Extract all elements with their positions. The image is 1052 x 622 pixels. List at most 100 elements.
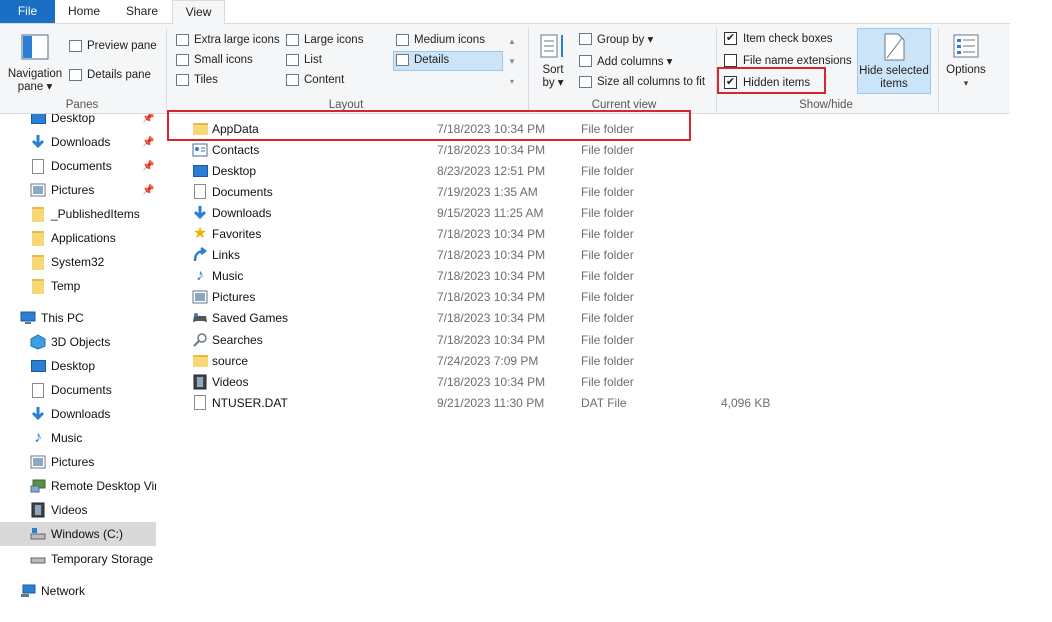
layout-gallery-scroll[interactable]: ▲ ▼ ▾ [506,32,518,94]
nav-item-label: Applications [51,231,116,245]
file-icon [192,395,208,411]
file-date-modified: 7/18/2023 10:34 PM [437,290,546,305]
file-row[interactable]: Documents 7/19/2023 1:35 AM File folder [190,181,790,202]
nav-item-applications[interactable]: Applications [30,226,156,250]
file-name-extensions-checkbox[interactable] [724,54,737,67]
desktop-icon [192,163,208,179]
navigation-pane-button[interactable]: Navigation pane ▾ [5,34,65,94]
file-date-modified: 9/21/2023 11:30 PM [437,395,545,410]
item-check-boxes-checkbox[interactable]: ✔ [724,32,737,45]
folder-icon [192,353,208,369]
nav-item-label: Downloads [51,135,111,149]
ribbon-tabs: File Home Share View [0,0,1010,24]
desktop-icon [30,358,46,374]
sort-by-icon [540,34,563,58]
hide-selected-icon [884,33,905,61]
file-type: File folder [581,142,634,157]
file-name: source [212,353,249,368]
computer-icon [20,310,36,326]
file-row[interactable]: Searches 7/18/2023 10:34 PM File folder [190,329,790,350]
tab-home[interactable]: Home [58,0,110,23]
nav-item-downloads[interactable]: Downloads 📌 [30,130,156,154]
file-row[interactable]: ★ Favorites 7/18/2023 10:34 PM File folder [190,224,790,245]
details-pane-label: Details pane [87,69,151,81]
group-by-button[interactable]: Group by ▾ [579,32,653,46]
file-name-extensions-toggle[interactable]: File name extensions [724,54,852,67]
details-icon [396,54,409,66]
layout-details[interactable]: Details [396,54,449,66]
nav-item-temporary-storage[interactable]: Temporary Storage [30,547,156,571]
layout-option-label: Details [414,54,450,66]
nav-item-label: System32 [51,255,105,269]
videos-icon [192,374,208,390]
tab-share[interactable]: Share [115,0,169,23]
preview-pane-button[interactable]: Preview pane [69,40,157,52]
file-date-modified: 7/18/2023 10:34 PM [437,311,546,326]
navigation-pane-label: Navigation [7,68,63,80]
nav-item-desktop[interactable]: Desktop [30,354,156,378]
file-type: File folder [581,311,634,326]
divider [166,28,167,112]
layout-tiles[interactable]: Tiles [176,74,218,86]
nav-item-videos[interactable]: Videos [30,498,156,522]
add-columns-button[interactable]: Add columns ▾ [579,54,672,68]
file-type: File folder [581,121,634,136]
file-date-modified: 7/18/2023 10:34 PM [437,142,546,157]
nav-item-temp[interactable]: Temp [30,274,156,298]
details-pane-button[interactable]: Details pane [69,69,151,81]
tab-view[interactable]: View [172,0,225,24]
nav-item-3d-objects[interactable]: 3D Objects [30,330,156,354]
nav-item-documents[interactable]: Documents [30,378,156,402]
nav-item-system32[interactable]: System32 [30,250,156,274]
layout-medium-icons[interactable]: Medium icons [396,34,485,46]
layout-extra-large-icons[interactable]: Extra large icons [176,34,280,46]
file-type: File folder [581,227,634,241]
nav-item-label: 3D Objects [51,335,111,349]
navigation-pane: Desktop 📌 Downloads 📌 Documents 📌 Pictures 📌… [0,114,156,622]
folder-icon [30,206,46,222]
layout-large-icons[interactable]: Large icons [286,34,363,46]
file-type: DAT File [581,395,627,410]
layout-list[interactable]: List [286,54,322,66]
ribbon: Navigation pane ▾ Preview pane Details p… [0,23,1010,114]
nav-item-pictures[interactable]: Pictures [30,450,156,474]
file-row[interactable]: NTUSER.DAT 9/21/2023 11:30 PM DAT File 4,09… [190,392,790,413]
sort-by-label-2: by ▾ [542,77,564,89]
file-row[interactable]: Links 7/18/2023 10:34 PM File folder [190,245,790,266]
nav-item-published-items[interactable]: _PublishedItems [30,202,156,226]
sort-by-button[interactable]: Sort by ▾ [536,32,570,90]
nav-item-this-pc[interactable]: This PC [20,306,156,330]
nav-item-pictures[interactable]: Pictures 📌 [30,178,156,202]
nav-item-desktop[interactable]: Desktop 📌 [30,114,156,130]
options-button[interactable]: Options ▾ [942,32,990,90]
documents-icon [192,184,208,200]
nav-item-downloads[interactable]: Downloads [30,402,156,426]
nav-item-remote-desktop[interactable]: Remote Desktop Vir [30,474,156,498]
content-icon [286,74,299,86]
file-row[interactable]: source 7/24/2023 7:09 PM File folder [190,350,790,371]
hide-selected-items-button[interactable]: Hide selected items [857,28,931,94]
add-columns-icon [579,55,592,67]
nav-item-documents[interactable]: Documents 📌 [30,154,156,178]
videos-icon [30,502,46,518]
file-row[interactable]: Videos 7/18/2023 10:34 PM File folder [190,371,790,392]
tab-file[interactable]: File [0,0,55,23]
file-row[interactable]: Pictures 7/18/2023 10:34 PM File folder [190,287,790,308]
file-row[interactable]: AppData 7/18/2023 10:34 PM File folder [190,118,790,139]
file-row[interactable]: Desktop 8/23/2023 12:51 PM File folder [190,160,790,181]
file-row[interactable]: Contacts 7/18/2023 10:34 PM File folder [190,139,790,160]
file-row[interactable]: Saved Games 7/18/2023 10:34 PM File folder [190,308,790,329]
layout-content[interactable]: Content [286,74,344,86]
downloads-icon [192,205,208,221]
nav-item-label: Documents [51,383,112,397]
nav-item-network[interactable]: Network [20,579,156,603]
3d-objects-icon [30,334,46,350]
file-row[interactable]: ♪ Music 7/18/2023 10:34 PM File folder [190,266,790,287]
file-row[interactable]: Downloads 9/15/2023 11:25 AM File folder [190,202,790,223]
nav-item-music[interactable]: ♪ Music [30,426,156,450]
file-name: Music [212,269,244,284]
item-check-boxes-toggle[interactable]: ✔ Item check boxes [724,32,832,45]
layout-small-icons[interactable]: Small icons [176,54,253,66]
nav-item-windows-c[interactable]: Windows (C:) [0,522,156,546]
size-all-columns-button[interactable]: Size all columns to fit [579,76,705,88]
